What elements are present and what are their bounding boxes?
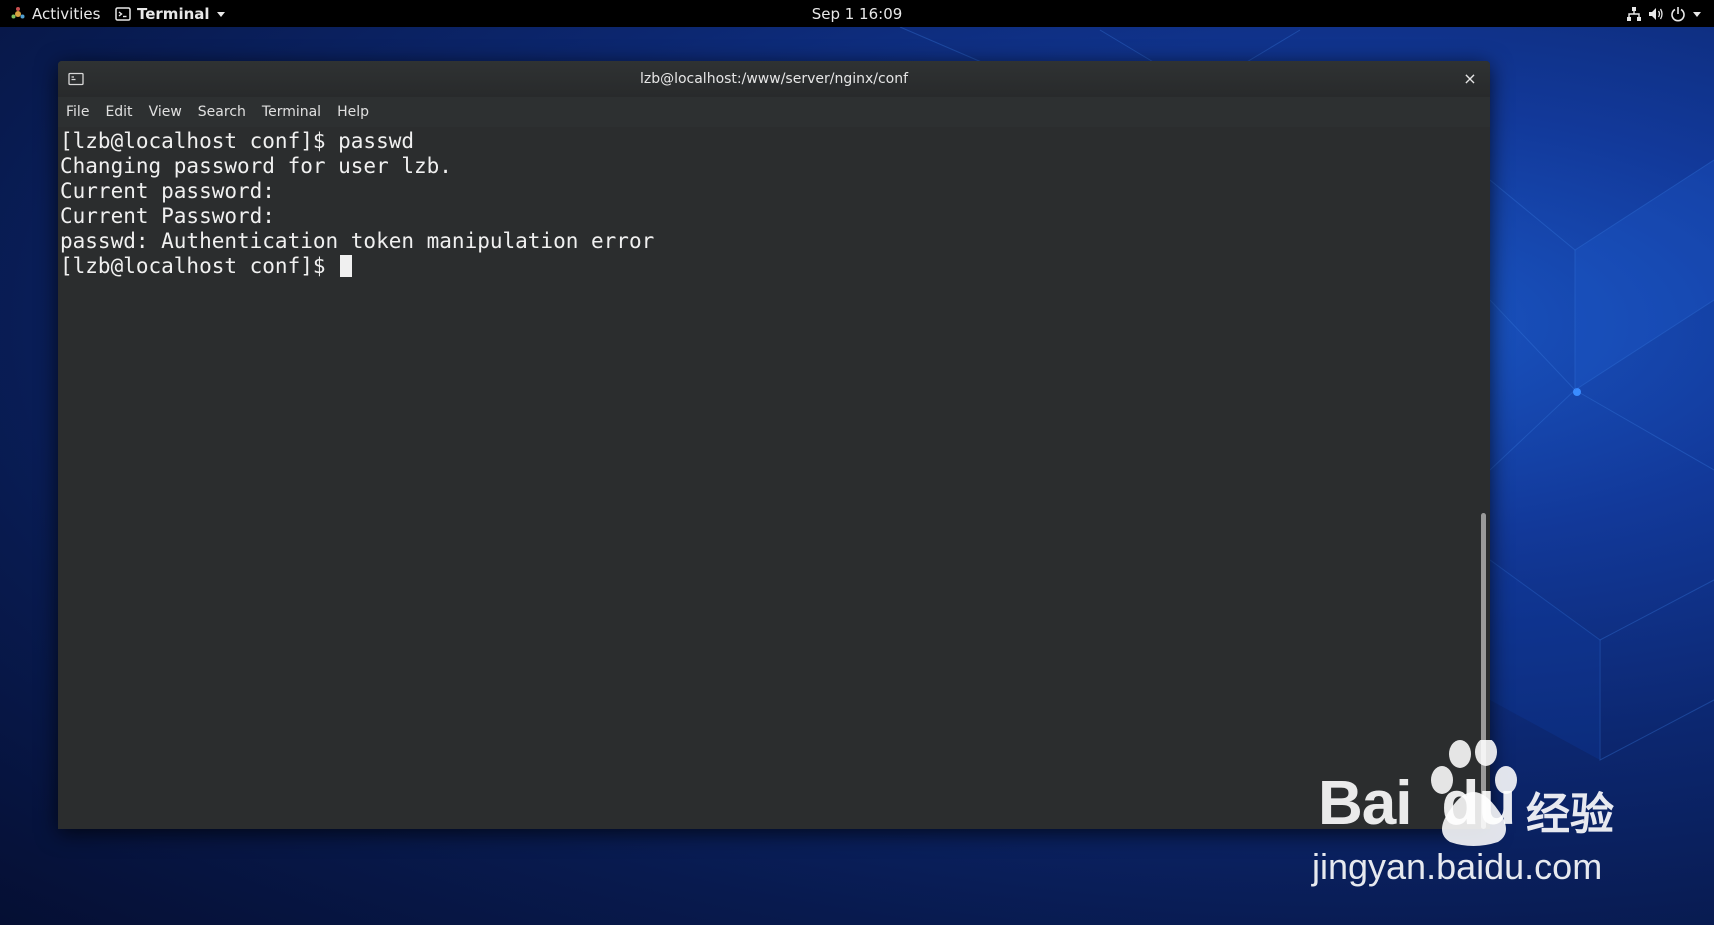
window-titlebar[interactable]: lzb@localhost:/www/server/nginx/conf × [58,61,1490,98]
vertical-scrollbar[interactable] [1479,127,1487,829]
watermark-brand-cn: 经验 [1526,789,1614,840]
menu-view[interactable]: View [141,97,190,127]
power-icon[interactable] [1670,6,1686,22]
menu-bar: File Edit View Search Terminal Help [58,97,1490,127]
app-menu[interactable]: Terminal [115,0,226,27]
activities-icon [11,6,25,18]
menu-terminal[interactable]: Terminal [254,97,329,127]
tray-chevron-down-icon[interactable] [1692,10,1702,18]
watermark-brand: Bai du [1318,768,1516,839]
network-icon[interactable] [1626,6,1642,22]
clock-container: Sep 1 16:09 [0,0,1714,27]
terminal-content[interactable]: [lzb@localhost conf]$ passwd Changing pas… [58,127,1490,829]
watermark-brand-text-end: du [1441,769,1516,838]
clock-button[interactable]: Sep 1 16:09 [812,1,903,27]
terminal-line: Current Password: [60,204,275,228]
terminal-line: [lzb@localhost conf]$ passwd [60,129,415,153]
terminal-line: passwd: Authentication token manipulatio… [60,229,655,253]
terminal-line: Current password: [60,179,275,203]
menu-edit[interactable]: Edit [97,97,140,127]
menu-search[interactable]: Search [190,97,254,127]
watermark-brand-text: Bai [1318,769,1412,838]
terminal-window: lzb@localhost:/www/server/nginx/conf × F… [58,61,1490,829]
app-menu-label: Terminal [137,4,210,23]
close-button[interactable]: × [1460,69,1480,89]
terminal-prompt: [lzb@localhost conf]$ [60,254,339,278]
text-cursor [340,255,353,277]
menu-file[interactable]: File [58,97,97,127]
terminal-prompt-line: [lzb@localhost conf]$ [60,254,1460,279]
terminal-output[interactable]: [lzb@localhost conf]$ passwd Changing pas… [60,129,1460,279]
system-tray[interactable] [1626,0,1702,27]
menu-help[interactable]: Help [329,97,377,127]
activities-label: Activities [32,4,101,23]
window-title: lzb@localhost:/www/server/nginx/conf [639,71,909,87]
terminal-app-icon [115,6,131,21]
volume-icon[interactable] [1648,6,1664,22]
top-bar: Activities Terminal Sep 1 16:09 [0,0,1714,27]
chevron-down-icon [216,11,225,17]
watermark-url: jingyan.baidu.com [1312,846,1603,887]
baidu-watermark: Bai du 经验 jingyan.baidu.com [1310,740,1630,890]
terminal-line: Changing password for user lzb. [60,154,452,178]
activities-button[interactable]: Activities [10,0,100,27]
